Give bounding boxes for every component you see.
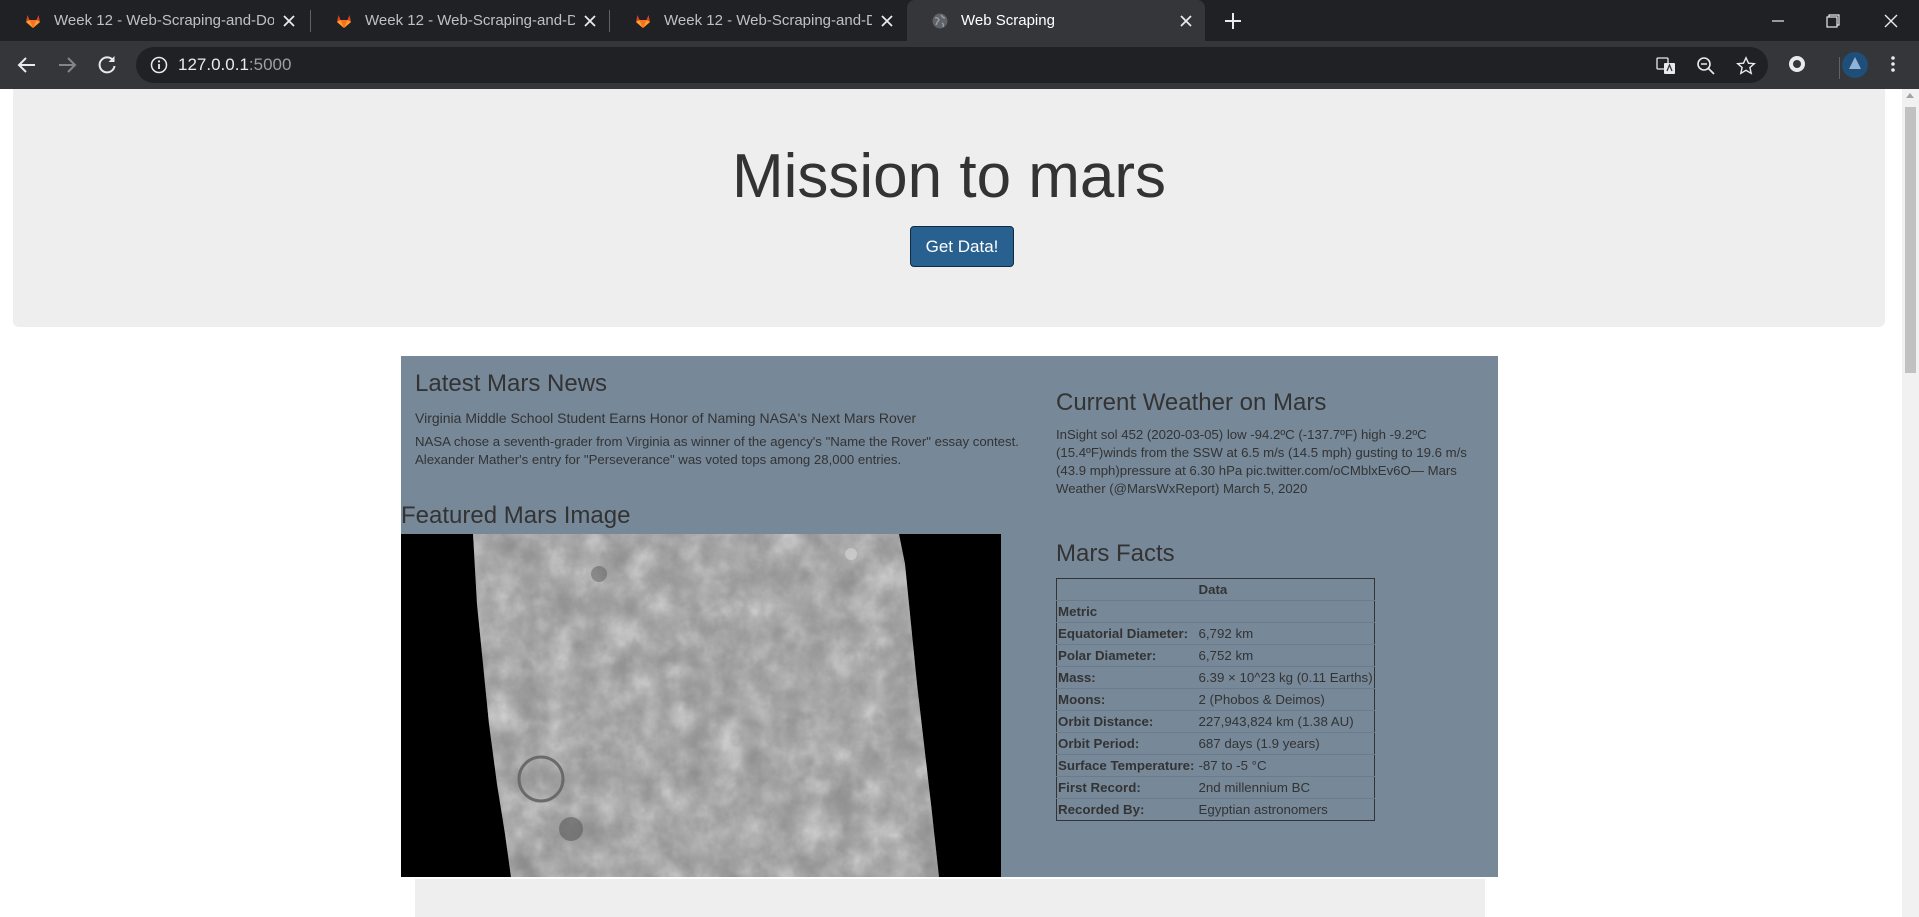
- mars-surface-image: [401, 534, 1001, 877]
- globe-icon: [932, 13, 948, 28]
- metric-cell: Polar Diameter:: [1056, 644, 1196, 667]
- value-cell: Egyptian astronomers: [1195, 798, 1375, 821]
- reload-icon[interactable]: [95, 53, 119, 77]
- forward-icon[interactable]: [55, 53, 79, 77]
- tab-title: Week 12 - Web-Scraping-and-Do: [365, 12, 575, 29]
- info-icon[interactable]: [150, 56, 168, 74]
- table-row: Moons: 2 (Phobos & Deimos): [1056, 688, 1375, 711]
- toolbar-divider: [1839, 57, 1840, 79]
- facts-heading: Mars Facts: [1056, 540, 1175, 567]
- tab-gitlab-1[interactable]: Week 12 - Web-Scraping-and-Do: [0, 0, 310, 41]
- gitlab-icon: [337, 14, 351, 28]
- table-row: Polar Diameter: 6,752 km: [1056, 644, 1375, 667]
- restore-icon[interactable]: [1820, 8, 1846, 34]
- browser-toolbar: 127.0.0.1:5000: [0, 41, 1919, 89]
- hemispheres-section: [415, 879, 1485, 917]
- scroll-up-arrow[interactable]: [1906, 93, 1914, 98]
- new-tab-icon[interactable]: [1222, 10, 1244, 32]
- column-header-data: Data: [1198, 582, 1228, 597]
- metric-cell: Mass:: [1056, 666, 1196, 689]
- tab-title: Week 12 - Web-Scraping-and-Do: [664, 12, 872, 29]
- address-bar[interactable]: 127.0.0.1:5000: [136, 47, 1768, 83]
- table-row: First Record: 2nd millennium BC: [1056, 776, 1375, 799]
- value-cell: 6,752 km: [1195, 644, 1375, 667]
- jumbotron: Mission to mars Get Data!: [13, 89, 1885, 327]
- minimize-icon[interactable]: [1765, 8, 1791, 34]
- extension-icon[interactable]: [1787, 54, 1807, 74]
- news-heading: Latest Mars News: [415, 370, 608, 397]
- metric-cell: Equatorial Diameter:: [1056, 622, 1196, 645]
- value-cell: 6,792 km: [1195, 622, 1375, 645]
- value-cell: 2 (Phobos & Deimos): [1195, 688, 1375, 711]
- close-icon[interactable]: [282, 14, 296, 28]
- tab-title: Web Scraping: [961, 12, 1055, 29]
- weather-heading: Current Weather on Mars: [1056, 389, 1327, 416]
- get-data-button[interactable]: Get Data!: [910, 226, 1014, 267]
- scrollbar-thumb[interactable]: [1905, 107, 1916, 373]
- metric-cell: Surface Temperature:: [1056, 754, 1196, 777]
- table-row: Mass: 6.39 × 10^23 kg (0.11 Earths): [1056, 666, 1375, 689]
- bookmark-star-icon[interactable]: [1736, 56, 1756, 76]
- table-row: Orbit Period: 687 days (1.9 years): [1056, 732, 1375, 755]
- value-cell: 6.39 × 10^23 kg (0.11 Earths): [1195, 666, 1375, 689]
- page-viewport: Mission to mars Get Data! Latest Mars Ne…: [0, 89, 1902, 917]
- close-icon[interactable]: [880, 14, 894, 28]
- value-cell: 687 days (1.9 years): [1195, 732, 1375, 755]
- page-scrollbar[interactable]: [1902, 89, 1919, 917]
- close-icon[interactable]: [1179, 14, 1193, 28]
- table-row: Orbit Distance: 227,943,824 km (1.38 AU): [1056, 710, 1375, 733]
- avatar[interactable]: [1841, 51, 1869, 79]
- metric-cell: Recorded By:: [1056, 798, 1196, 821]
- value-cell: -87 to -5 °C: [1195, 754, 1375, 777]
- metric-cell: Orbit Distance:: [1056, 710, 1196, 733]
- back-icon[interactable]: [15, 53, 39, 77]
- translate-icon[interactable]: [1656, 56, 1676, 76]
- table-empty-cell: [1195, 600, 1375, 623]
- metric-cell: Orbit Period:: [1056, 732, 1196, 755]
- table-row: Surface Temperature: -87 to -5 °C: [1056, 754, 1375, 777]
- metric-cell: First Record:: [1056, 776, 1196, 799]
- value-cell: 2nd millennium BC: [1195, 776, 1375, 799]
- url-text: 127.0.0.1:5000: [178, 47, 291, 83]
- table-index-row: Metric: [1056, 600, 1375, 623]
- gitlab-icon: [26, 14, 40, 28]
- menu-dots-icon[interactable]: [1883, 54, 1903, 74]
- featured-mars-image: [401, 534, 1001, 877]
- table-row: Recorded By: Egyptian astronomers: [1056, 798, 1375, 821]
- zoom-out-icon[interactable]: [1696, 56, 1716, 76]
- news-paragraph: NASA chose a seventh-grader from Virgini…: [415, 434, 1019, 467]
- tab-strip: Week 12 - Web-Scraping-and-Do Week 12 - …: [0, 0, 1919, 41]
- url-port: :5000: [248, 55, 292, 74]
- table-header-row: Data: [1057, 579, 1375, 601]
- page-title: Mission to mars: [731, 142, 1167, 211]
- featured-image-heading: Featured Mars Image: [401, 502, 631, 529]
- metric-cell: Moons:: [1056, 688, 1196, 711]
- gitlab-icon: [636, 14, 650, 28]
- url-host: 127.0.0.1: [178, 55, 249, 74]
- value-cell: 227,943,824 km (1.38 AU): [1195, 710, 1375, 733]
- table-row: Equatorial Diameter: 6,792 km: [1056, 622, 1375, 645]
- close-window-icon[interactable]: [1878, 8, 1904, 34]
- weather-text: InSight sol 452 (2020-03-05) low -94.2ºC…: [1056, 427, 1467, 496]
- index-header-metric: Metric: [1056, 600, 1196, 623]
- tab-gitlab-3[interactable]: Week 12 - Web-Scraping-and-Do: [610, 0, 906, 41]
- mars-facts-table: Data Metric Equatorial Diameter: 6,792 km…: [1056, 578, 1375, 821]
- tab-gitlab-2[interactable]: Week 12 - Web-Scraping-and-Do: [311, 0, 609, 41]
- tab-web-scraping[interactable]: Web Scraping: [907, 0, 1205, 41]
- table-corner-cell: [1057, 579, 1196, 601]
- close-icon[interactable]: [583, 14, 597, 28]
- news-title: Virginia Middle School Student Earns Hon…: [415, 410, 917, 426]
- tab-title: Week 12 - Web-Scraping-and-Do: [54, 12, 274, 29]
- mars-data-panel: Latest Mars News Virginia Middle School …: [401, 356, 1498, 877]
